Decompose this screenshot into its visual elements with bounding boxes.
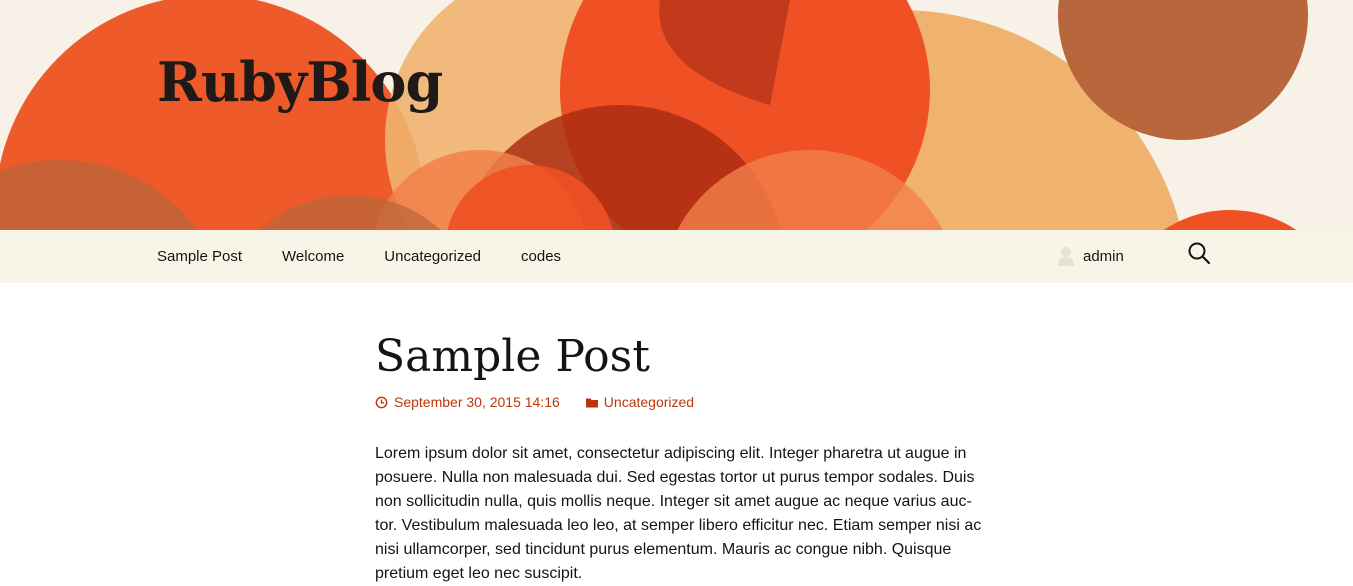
post-date-link[interactable]: September 30, 2015 14:16 xyxy=(394,394,560,410)
nav-menu: Sample Post Welcome Uncategorized codes xyxy=(157,230,601,283)
site-header: RubyBlog xyxy=(0,0,1353,230)
nav-item-welcome[interactable]: Welcome xyxy=(282,248,344,265)
header-banner-image xyxy=(0,0,1308,230)
post-title[interactable]: Sample Post xyxy=(375,331,650,382)
search-icon[interactable] xyxy=(1186,240,1212,266)
clock-icon xyxy=(375,396,388,408)
nav-item-uncategorized[interactable]: Uncategorized xyxy=(384,248,481,265)
user-name: admin xyxy=(1083,247,1124,265)
user-menu[interactable]: admin xyxy=(1058,246,1124,266)
post-category: Uncategorized xyxy=(585,394,694,410)
folder-icon xyxy=(585,398,598,407)
nav-item-sample-post[interactable]: Sample Post xyxy=(157,248,242,265)
post-body: Lorem ipsum dolor sit amet, consectetur … xyxy=(375,445,982,582)
main-navigation: Sample Post Welcome Uncategorized codes xyxy=(0,230,1353,283)
post-category-link[interactable]: Uncategorized xyxy=(604,394,694,410)
nav-item-codes[interactable]: codes xyxy=(521,248,561,265)
post-date: September 30, 2015 14:16 xyxy=(375,394,560,410)
site-title[interactable]: RubyBlog xyxy=(157,50,443,114)
user-avatar-icon xyxy=(1058,247,1074,266)
post-meta: September 30, 2015 14:16 Uncategorized xyxy=(375,394,694,410)
